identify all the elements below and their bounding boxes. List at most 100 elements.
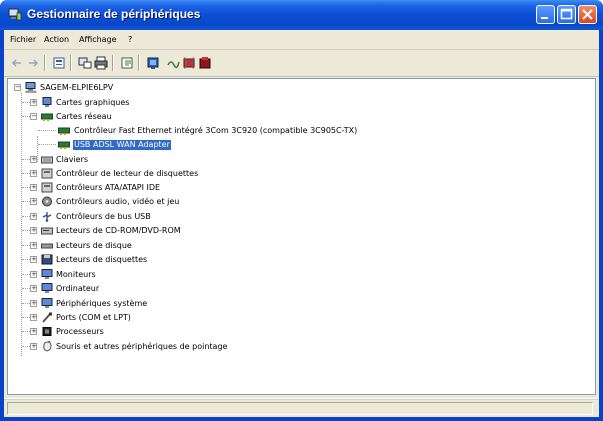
tree-connector — [22, 274, 30, 275]
tree-connector — [38, 144, 56, 145]
tree-connector — [22, 303, 30, 304]
tree-connector — [22, 173, 30, 174]
tree-node-category[interactable]: + Ordinateur — [8, 282, 308, 296]
tree-node-label: Lecteurs de disque — [56, 241, 132, 250]
tree-connector — [22, 259, 30, 260]
port-icon — [42, 312, 52, 323]
expand-toggle[interactable]: + — [30, 213, 37, 220]
computer-icon — [25, 82, 37, 93]
menu-affichage[interactable]: Affichage — [79, 35, 117, 44]
tree-node-category[interactable]: + Lecteurs de CD-ROM/DVD-ROM — [8, 224, 308, 238]
tree-node-label: Cartes graphiques — [56, 98, 130, 107]
forward-arrow-icon[interactable] — [26, 56, 40, 70]
menu-help[interactable]: ? — [128, 35, 132, 44]
back-arrow-icon[interactable] — [10, 56, 24, 70]
expand-toggle[interactable]: + — [30, 184, 37, 191]
usb-icon — [42, 212, 52, 222]
tree-node-category[interactable]: + Processeurs — [8, 325, 308, 339]
collapse-toggle[interactable]: − — [14, 84, 21, 91]
expand-toggle[interactable]: + — [30, 314, 37, 321]
tree-node-label: Périphériques système — [56, 299, 148, 308]
expand-toggle[interactable]: + — [30, 170, 37, 177]
status-bar — [4, 398, 599, 418]
toolbar-separator — [70, 55, 72, 71]
tree-node-device-selected[interactable]: USB ADSL WAN Adapter — [8, 138, 308, 152]
tree-node-category[interactable]: + Contrôleurs audio, vidéo et jeu — [8, 195, 308, 209]
collapse-toggle[interactable]: − — [30, 113, 37, 120]
minimize-icon — [541, 17, 548, 19]
tree-connector — [22, 346, 30, 347]
tree-node-label: Contrôleurs ATA/ATAPI IDE — [56, 183, 161, 192]
tree-connector — [22, 230, 30, 231]
network-card-icon — [58, 141, 70, 149]
expand-toggle[interactable]: + — [30, 343, 37, 350]
menu-fichier[interactable]: Fichier — [10, 35, 36, 44]
tree-connector — [22, 201, 30, 202]
network-card-icon — [58, 127, 70, 135]
floppy-icon — [41, 254, 53, 265]
menu-bar: Fichier Action Affichage ? — [4, 30, 599, 50]
close-button[interactable] — [578, 5, 597, 24]
maximize-icon — [560, 8, 573, 20]
menu-action[interactable]: Action — [44, 35, 69, 44]
tree-node-category[interactable]: + Contrôleurs ATA/ATAPI IDE — [8, 181, 308, 195]
toolbar-separator — [138, 55, 140, 71]
tree-node-category[interactable]: + Cartes graphiques — [8, 96, 308, 110]
tree-node-label: SAGEM-ELPIE6LPV — [40, 83, 114, 92]
tree-node-category[interactable]: + Contrôleur de lecteur de disquettes — [8, 167, 308, 181]
update-driver-icon[interactable] — [146, 56, 160, 70]
device-tree[interactable]: − SAGEM-ELPIE6LPV + Cartes graphiques − — [7, 78, 596, 395]
tree-node-category[interactable]: + Claviers — [8, 153, 308, 167]
expand-toggle[interactable]: + — [30, 256, 37, 263]
tree-connector — [22, 245, 30, 246]
network-card-icon — [41, 113, 53, 121]
disable-icon[interactable] — [198, 56, 212, 70]
cdrom-icon — [41, 227, 53, 235]
disk-icon — [41, 243, 53, 249]
system-device-icon — [41, 298, 53, 308]
scan-hardware-icon[interactable] — [166, 56, 180, 70]
print-icon[interactable] — [94, 56, 108, 70]
expand-toggle[interactable]: + — [30, 198, 37, 205]
tree-node-category[interactable]: + Contrôleurs de bus USB — [8, 210, 308, 224]
expand-toggle[interactable]: + — [30, 285, 37, 292]
tree-node-label: Contrôleurs de bus USB — [56, 212, 151, 221]
maximize-button[interactable] — [557, 5, 576, 24]
expand-toggle[interactable]: + — [30, 242, 37, 249]
tree-node-category[interactable]: + Souris et autres périphériques de poin… — [8, 340, 308, 354]
help-book-icon[interactable] — [120, 56, 134, 70]
expand-toggle[interactable]: + — [30, 300, 37, 307]
tree-connector — [22, 216, 30, 217]
tree-node-label: Claviers — [56, 155, 89, 164]
expand-toggle[interactable]: + — [30, 271, 37, 278]
processor-icon — [42, 327, 52, 336]
minimize-button[interactable] — [536, 5, 555, 24]
tree-node-label: Processeurs — [56, 327, 104, 336]
tree-node-category[interactable]: + Lecteurs de disquettes — [8, 253, 308, 267]
client-area: Fichier Action Affichage ? − SAGEM-ELPIE… — [4, 30, 599, 417]
tree-node-category[interactable]: + Lecteurs de disque — [8, 239, 308, 253]
tree-connector — [22, 331, 30, 332]
properties-icon[interactable] — [52, 56, 66, 70]
device-manager-window: Gestionnaire de périphériques Fichier Ac… — [0, 0, 603, 421]
tree-node-category[interactable]: + Ports (COM et LPT) — [8, 311, 308, 325]
expand-toggle[interactable]: + — [30, 227, 37, 234]
controller-icon — [41, 168, 53, 179]
tree-node-root[interactable]: − SAGEM-ELPIE6LPV — [8, 81, 308, 95]
tree-node-device[interactable]: Contrôleur Fast Ethernet intégré 3Com 3C… — [8, 124, 488, 138]
tree-node-label: Lecteurs de CD-ROM/DVD-ROM — [56, 226, 181, 235]
tree-connector — [22, 288, 30, 289]
tree-node-category[interactable]: + Moniteurs — [8, 268, 308, 282]
tree-view-icon[interactable] — [78, 56, 92, 70]
tree-node-category[interactable]: + Périphériques système — [8, 297, 308, 311]
expand-toggle[interactable]: + — [30, 156, 37, 163]
expand-toggle[interactable]: + — [30, 328, 37, 335]
status-text — [7, 402, 593, 415]
expand-toggle[interactable]: + — [30, 99, 37, 106]
tree-node-category[interactable]: − Cartes réseau — [8, 110, 308, 124]
controller-icon — [41, 182, 53, 193]
tree-connector — [22, 317, 30, 318]
audio-icon — [42, 196, 52, 207]
uninstall-icon[interactable] — [182, 56, 196, 70]
title-bar[interactable]: Gestionnaire de périphériques — [0, 0, 603, 30]
